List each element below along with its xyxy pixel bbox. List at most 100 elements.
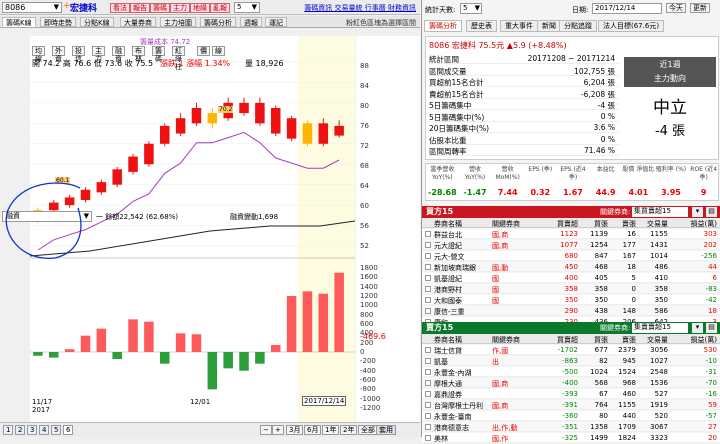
refresh-button[interactable]: 更新	[690, 3, 710, 13]
tab-branch-track[interactable]: 分點追蹤	[559, 20, 597, 32]
row-checkbox[interactable]	[425, 358, 431, 364]
column-header[interactable]: 買張	[582, 219, 608, 229]
table-row[interactable]: 凱基 出 -863 82 945 1027 -10	[422, 356, 720, 366]
table-row[interactable]: 永豐金-內湖 -500 1024 1524 2548 -31	[422, 367, 720, 377]
row-checkbox[interactable]	[425, 231, 431, 237]
table-row[interactable]: 凱基證紀 國 400 405 5 410 6	[422, 273, 720, 283]
geo-button[interactable]: 地緣	[190, 3, 210, 13]
row-checkbox[interactable]	[425, 424, 431, 430]
column-header[interactable]: 券商名稱	[434, 219, 490, 229]
table-row[interactable]: 嘉鼎證券 -393 67 460 527 -16	[422, 389, 720, 399]
row-checkbox[interactable]	[425, 286, 431, 292]
zoom-in-icon[interactable]: +	[272, 425, 284, 435]
tab-weekly[interactable]: 週報	[240, 17, 262, 27]
page-4[interactable]: 4	[39, 425, 50, 435]
table-row[interactable]: 台灣摩根士丹利 國,商 -391 764 1155 1919 59	[422, 400, 720, 410]
sell-settings-icon[interactable]: ▾	[692, 323, 703, 333]
tab-big-broker[interactable]: 大量券商	[120, 17, 156, 27]
alert-button[interactable]: 亂報	[210, 3, 230, 13]
period-1y[interactable]: 1年	[322, 425, 340, 435]
sell-select[interactable]: 集賣賣超15	[632, 323, 688, 333]
column-header[interactable]: 交易量	[638, 219, 668, 229]
chips-button[interactable]: 籌碼	[150, 3, 170, 13]
date-input[interactable]: 2017/12/14	[592, 3, 662, 14]
table-row[interactable]: 港商野村 國 358 358 0 358 -83	[422, 284, 720, 294]
table-row[interactable]: 康信-三重 290 438 148 586 18	[422, 306, 720, 316]
table-row[interactable]: 瑞士信貸 作,國 -1702 677 2379 3056 530	[422, 345, 720, 355]
row-checkbox[interactable]	[425, 435, 431, 441]
page-5[interactable]: 5	[51, 425, 62, 435]
row-checkbox[interactable]	[425, 402, 431, 408]
row-checkbox[interactable]	[425, 297, 431, 303]
page-6[interactable]: 6	[63, 425, 74, 435]
table-row[interactable]: 元大-營文 680 847 167 1014 -256	[422, 251, 720, 261]
line-button[interactable]: 線	[212, 46, 225, 56]
row-checkbox[interactable]	[425, 369, 431, 375]
table-row[interactable]: 新加坡商瑞銀 國,動 450 468 18 486 44	[422, 262, 720, 272]
buy-export-icon[interactable]: ▤	[706, 207, 717, 217]
main-button[interactable]: 主力	[92, 46, 105, 63]
row-checkbox[interactable]	[425, 275, 431, 281]
page-2[interactable]: 2	[15, 425, 26, 435]
tab-chip-analysis-right[interactable]: 籌碼分析	[424, 20, 462, 32]
row-checkbox[interactable]	[425, 413, 431, 419]
table-row[interactable]: 港商德意志 出,作,動 -351 1358 1709 3067 27	[422, 422, 720, 432]
table-row[interactable]: 大和國泰 國 350 350 0 350 -42	[422, 295, 720, 305]
column-header[interactable]: 關鍵券商	[492, 219, 542, 229]
foreign-button[interactable]: 外資	[52, 46, 65, 63]
column-header[interactable]: 買張	[582, 335, 608, 345]
row-checkbox[interactable]	[425, 380, 431, 386]
column-header[interactable]: 關鍵券商	[492, 335, 542, 345]
tab-realtime[interactable]: 即時走勢	[40, 17, 76, 27]
page-3[interactable]: 3	[27, 425, 38, 435]
period-select[interactable]: 5 ▼	[234, 2, 260, 13]
row-checkbox[interactable]	[425, 264, 431, 270]
margin-button[interactable]: 融資	[112, 46, 125, 63]
tab-main-force[interactable]: 主力培圍	[160, 17, 196, 27]
tab-news[interactable]: 新聞	[537, 20, 561, 32]
row-checkbox[interactable]	[425, 347, 431, 353]
table-row[interactable]: 摩根大通 國,商 -400 568 968 1536 -70	[422, 378, 720, 388]
price-button[interactable]: 價	[197, 46, 210, 56]
tab-chip-analysis[interactable]: 籌碼分析	[200, 17, 236, 27]
row-checkbox[interactable]	[425, 391, 431, 397]
column-header[interactable]: 買賣超	[544, 219, 578, 229]
stats-days-select[interactable]: 5 ▼	[460, 3, 482, 14]
tab-target[interactable]: 法人目標(67.6元)	[598, 20, 665, 32]
column-header[interactable]: 損益(萬)	[672, 335, 717, 345]
buy-select[interactable]: 集買賣超15	[632, 207, 688, 217]
today-button[interactable]: 今天	[666, 3, 686, 13]
column-header[interactable]: 賣張	[610, 335, 636, 345]
column-header[interactable]: 賣張	[610, 219, 636, 229]
chips-line-button[interactable]: 籌碼	[152, 46, 165, 63]
report-button[interactable]: 報告	[130, 3, 150, 13]
page-1[interactable]: 1	[3, 425, 14, 435]
table-row[interactable]: 美林 國,作 -325 1499 1824 3323 20	[422, 433, 720, 443]
table-row[interactable]: 永豐金-臺南 -360 80 440 520 -57	[422, 411, 720, 421]
column-header[interactable]: 買賣超	[544, 335, 578, 345]
chevron-down-icon[interactable]: ▼	[54, 3, 59, 11]
sell-export-icon[interactable]: ▤	[706, 323, 717, 333]
tab-record[interactable]: 運記	[265, 17, 287, 27]
period-3m[interactable]: 3月	[286, 425, 304, 435]
row-checkbox[interactable]	[425, 253, 431, 259]
tab-branch-kline[interactable]: 分點K線	[80, 17, 114, 27]
apply-button[interactable]: 套用	[376, 425, 396, 435]
column-header[interactable]: 券商名稱	[434, 335, 490, 345]
bollinger-button[interactable]: 布林	[132, 46, 145, 63]
top-links[interactable]: 籌碼資訊 交易量統 行事曆 財務資訊	[304, 3, 416, 13]
trust-button[interactable]: 投信	[72, 46, 85, 63]
column-header[interactable]: 損益(萬)	[672, 219, 717, 229]
view-button[interactable]: 看法	[110, 3, 130, 13]
stock-code-input[interactable]: 8086 ▼	[2, 2, 62, 13]
zoom-out-icon[interactable]: −	[260, 425, 272, 435]
column-header[interactable]: 交易量	[638, 335, 668, 345]
row-checkbox[interactable]	[425, 242, 431, 248]
ma-button[interactable]: 均線	[32, 46, 45, 63]
period-6m[interactable]: 6月	[304, 425, 322, 435]
tab-events[interactable]: 重大事件	[500, 20, 538, 32]
tab-chip-kline[interactable]: 籌碼K線	[2, 17, 36, 27]
period-2y[interactable]: 2年	[340, 425, 358, 435]
tab-history[interactable]: 歷史表	[466, 20, 497, 32]
redgreen-button[interactable]: 紅綠柱	[172, 46, 185, 71]
